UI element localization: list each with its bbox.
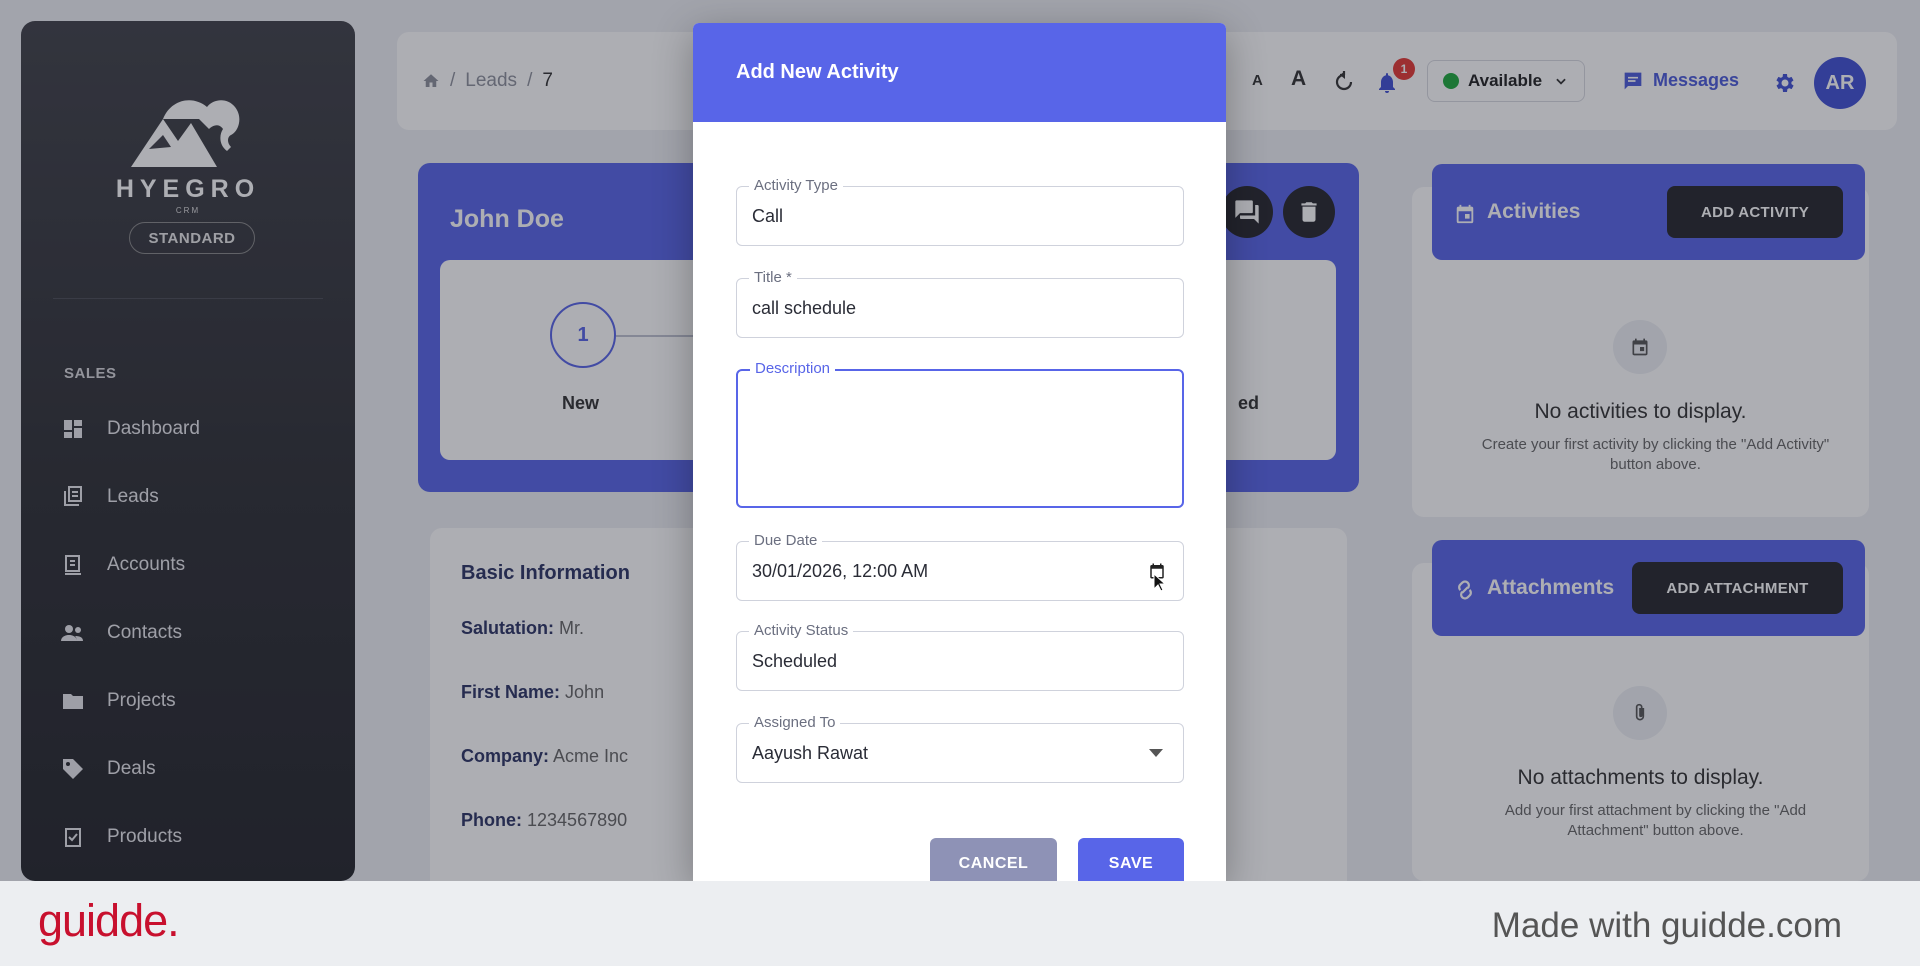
field-label: Activity Type — [749, 177, 843, 194]
dialog-title: Add New Activity — [736, 61, 899, 83]
guidde-logo: guidde. — [38, 895, 180, 946]
activity-type-field[interactable]: Activity Type Call — [736, 177, 1184, 246]
cancel-button[interactable]: CANCEL — [930, 838, 1057, 881]
activity-status-field[interactable]: Activity Status Scheduled — [736, 622, 1184, 691]
field-value: 30/01/2026, 12:00 AM — [752, 561, 929, 581]
cursor-icon — [1153, 573, 1167, 592]
field-value: Scheduled — [752, 651, 838, 671]
field-value: call schedule — [752, 298, 857, 318]
due-date-field[interactable]: Due Date 30/01/2026, 12:00 AM — [736, 532, 1184, 601]
assigned-to-select[interactable]: Assigned To Aayush Rawat — [736, 714, 1184, 783]
save-button[interactable]: SAVE — [1078, 838, 1184, 881]
footer-tagline: Made with guidde.com — [1491, 906, 1842, 945]
dialog-header: Add New Activity — [693, 23, 1226, 122]
field-label: Description — [750, 360, 836, 377]
field-label: Title * — [749, 269, 797, 286]
dropdown-arrow-icon — [1149, 749, 1163, 757]
field-value: Aayush Rawat — [752, 743, 869, 763]
add-activity-dialog: Add New Activity Activity Type Call Titl… — [693, 23, 1226, 881]
field-label: Due Date — [749, 532, 823, 549]
field-value: Call — [752, 206, 784, 226]
description-field[interactable]: Description — [736, 360, 1184, 508]
title-field[interactable]: Title * call schedule — [736, 269, 1184, 338]
field-label: Activity Status — [749, 622, 854, 639]
field-label: Assigned To — [749, 714, 841, 731]
